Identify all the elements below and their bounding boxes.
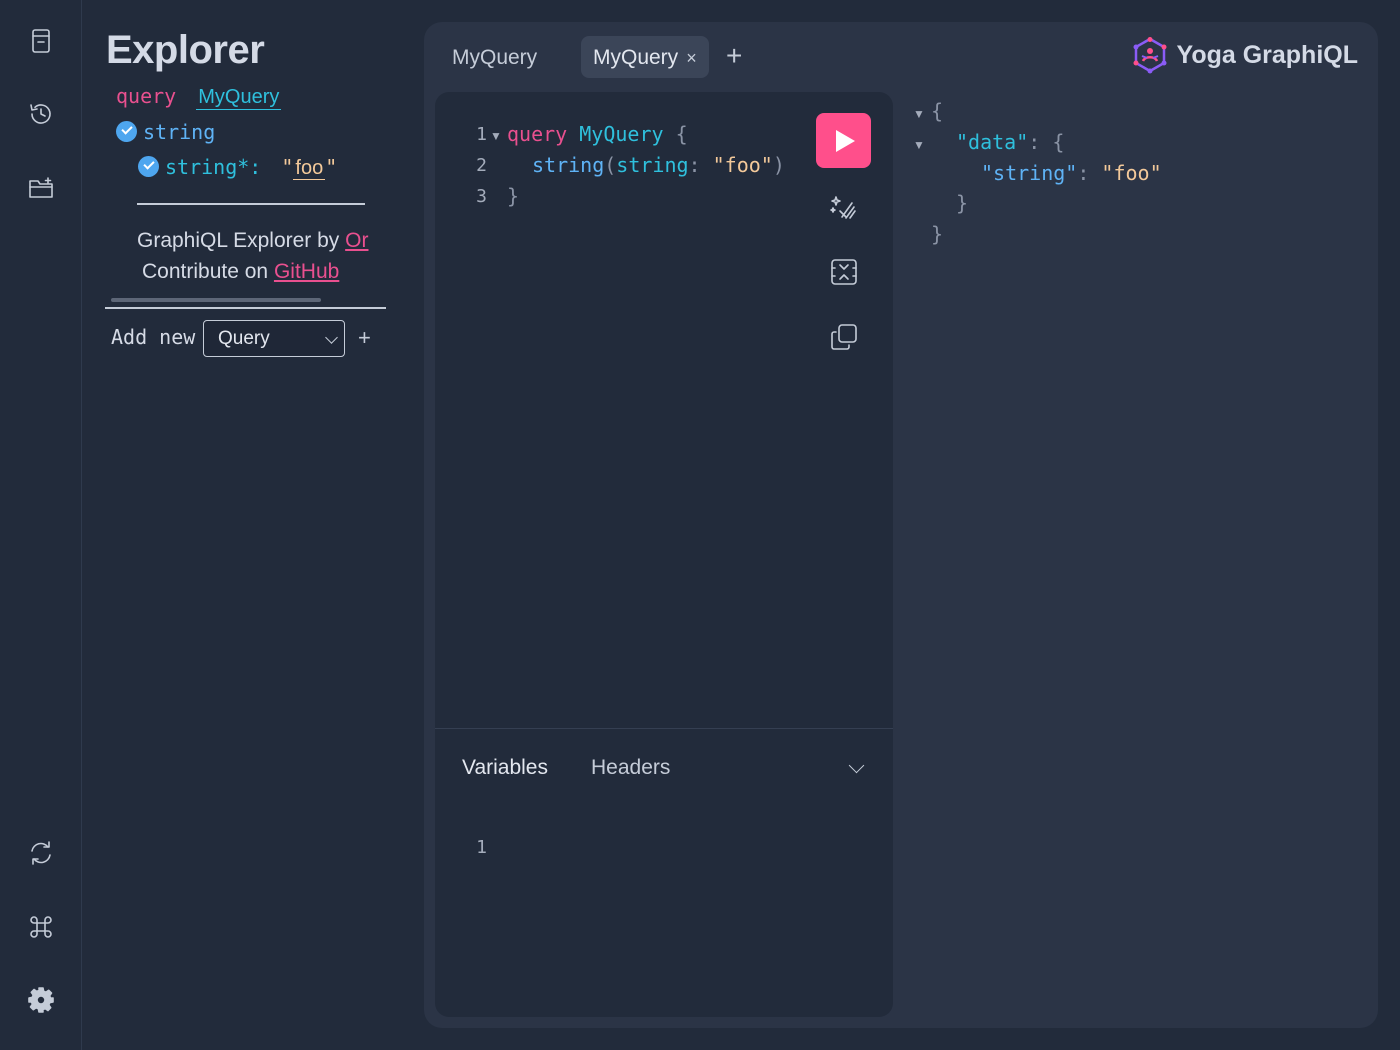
chevron-down-icon <box>325 331 338 344</box>
fold-arrow-icon[interactable]: ▼ <box>913 107 925 121</box>
merge-fragments-icon[interactable] <box>826 254 862 290</box>
arg-checked-icon[interactable] <box>138 156 159 177</box>
result-brace: } <box>956 191 969 215</box>
result-brace: { <box>931 99 944 123</box>
code-line-3[interactable]: } <box>507 184 519 208</box>
operation-type-value: Query <box>218 328 270 349</box>
divider <box>137 203 365 205</box>
code-operation-name: MyQuery <box>579 122 664 146</box>
code-colon: : <box>688 153 701 177</box>
copy-icon[interactable] <box>826 319 862 355</box>
code-brace: { <box>675 122 688 146</box>
arg-quote-close: " <box>325 155 338 179</box>
sidebar-rail <box>0 0 82 1050</box>
line-number: 1 <box>476 837 487 858</box>
brand-name: Yoga GraphiQL <box>1176 40 1359 69</box>
settings-gear-icon[interactable] <box>21 980 61 1020</box>
field-name[interactable]: string <box>143 120 215 144</box>
arg-row-string[interactable]: string*: " foo " <box>138 155 337 180</box>
code-line-1[interactable]: query MyQuery { <box>507 122 688 146</box>
tab-label: MyQuery <box>593 46 679 69</box>
operation-keyword: query <box>116 84 177 108</box>
result-colon: : <box>1077 161 1090 185</box>
result-colon: : <box>1028 130 1041 154</box>
line-number: 3 <box>476 186 487 207</box>
tab-headers[interactable]: Headers <box>591 756 670 780</box>
history-icon[interactable] <box>21 94 61 134</box>
execute-query-button[interactable] <box>816 113 871 168</box>
code-paren: ( <box>604 153 617 177</box>
session-container: MyQuery MyQuery × + Yoga GraphiQL 1 ▼ que… <box>424 22 1378 1028</box>
code-brace: } <box>507 184 520 208</box>
explorer-folder-icon[interactable] <box>21 168 61 208</box>
explorer-title: Explorer <box>106 28 265 72</box>
arg-value-input[interactable]: foo <box>293 157 326 180</box>
code-string: "foo" <box>712 153 773 177</box>
query-editor[interactable]: 1 ▼ query MyQuery { 2 string(string: "fo… <box>435 92 893 1017</box>
result-value: "foo" <box>1101 161 1162 185</box>
field-checked-icon[interactable] <box>116 121 137 142</box>
credit-author-link[interactable]: Or <box>345 229 368 252</box>
refetch-schema-icon[interactable] <box>21 833 61 873</box>
line-number: 2 <box>476 155 487 176</box>
line-number: 1 <box>476 124 487 145</box>
result-brace: } <box>931 222 944 246</box>
result-string-line: "string": "foo" <box>981 161 1162 185</box>
divider <box>105 307 386 309</box>
explorer-scrollbar[interactable] <box>111 298 321 302</box>
arg-quote-open: " <box>281 155 294 179</box>
tab-myquery-2[interactable]: MyQuery × <box>581 36 709 78</box>
field-row-string[interactable]: string <box>116 120 215 144</box>
prettify-icon[interactable] <box>826 189 862 225</box>
operation-type-select[interactable]: Query <box>203 320 345 357</box>
code-arg: string <box>616 153 689 177</box>
result-brace: { <box>1052 130 1065 154</box>
credit-explorer: GraphiQL Explorer by Or <box>137 229 368 253</box>
credit-github: Contribute on GitHub <box>142 260 339 284</box>
github-link[interactable]: GitHub <box>274 260 339 283</box>
close-icon[interactable]: × <box>686 48 697 68</box>
code-line-2[interactable]: string(string: "foo") <box>532 153 785 177</box>
arg-name: string*: <box>165 155 262 179</box>
code-field: string <box>532 153 605 177</box>
keyboard-shortcuts-icon[interactable] <box>21 907 61 947</box>
credit-text: GraphiQL Explorer by <box>137 229 340 252</box>
code-keyword: query <box>507 122 568 146</box>
result-data-line: "data": { <box>956 130 1064 154</box>
tab-label: MyQuery <box>452 46 538 69</box>
explorer-panel: Explorer query MyQuery string string*: "… <box>83 0 413 1050</box>
yoga-logo-icon <box>1133 37 1166 74</box>
credit-text: Contribute on <box>142 260 269 283</box>
result-key: "data" <box>956 130 1029 154</box>
code-paren: ) <box>772 153 785 177</box>
fold-arrow-icon[interactable]: ▼ <box>490 129 502 143</box>
editor-divider <box>435 728 893 729</box>
add-new-label: Add new <box>111 325 196 349</box>
operation-row: query MyQuery <box>116 84 282 110</box>
tab-myquery-1[interactable]: MyQuery <box>440 36 549 78</box>
chevron-down-icon[interactable] <box>848 757 865 774</box>
operation-name-input[interactable]: MyQuery <box>196 86 282 110</box>
fold-arrow-icon[interactable]: ▼ <box>913 138 925 152</box>
add-operation-button[interactable]: + <box>358 325 371 351</box>
result-key: "string" <box>981 161 1078 185</box>
brand-logo: Yoga GraphiQL <box>1131 36 1359 74</box>
documentation-icon[interactable] <box>21 21 61 61</box>
tab-variables[interactable]: Variables <box>462 756 548 780</box>
add-tab-button[interactable]: + <box>726 40 742 72</box>
